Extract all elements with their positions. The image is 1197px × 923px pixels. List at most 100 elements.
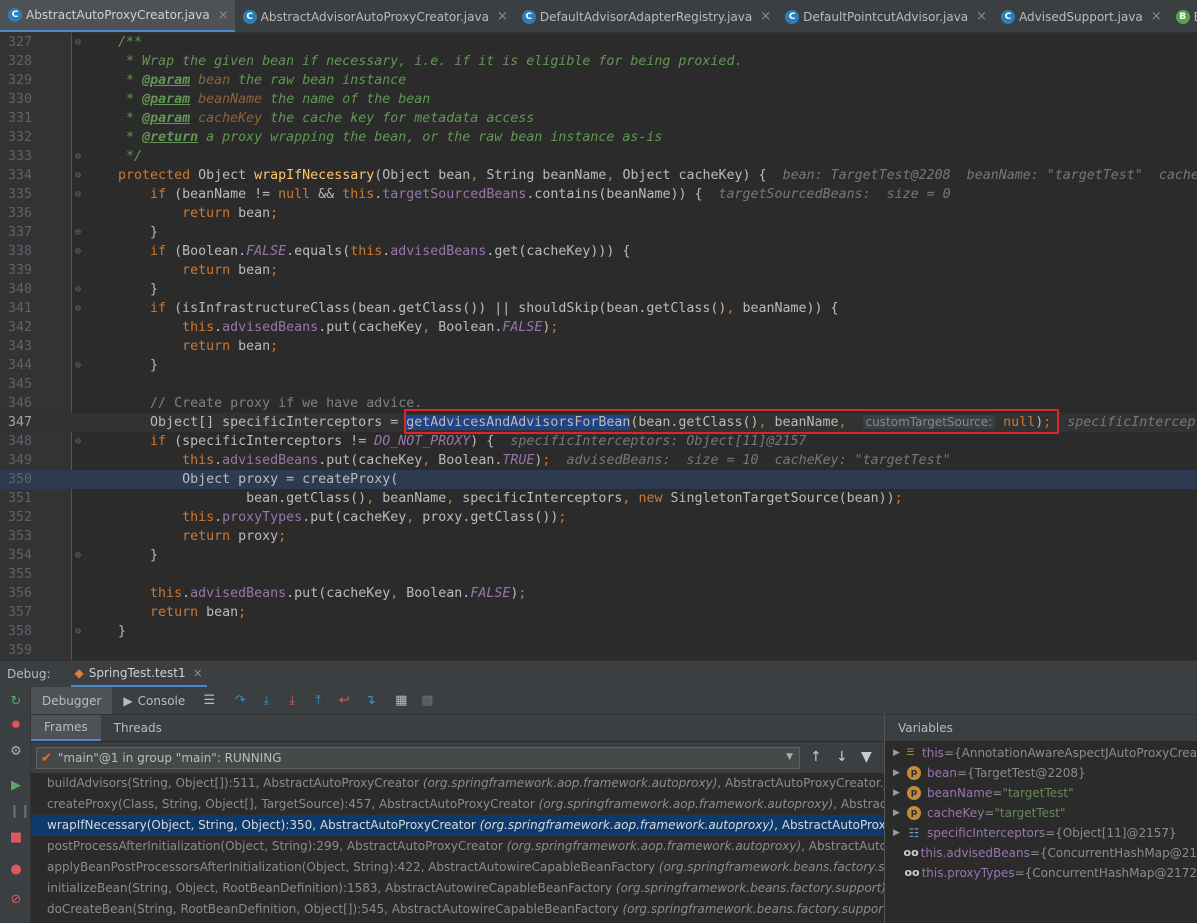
run-to-cursor-icon[interactable]: ↴: [362, 693, 378, 709]
tab-2[interactable]: C DefaultAdvisorAdapterRegistry.java ×: [514, 0, 777, 32]
menu-icon[interactable]: ☰: [201, 693, 217, 709]
close-icon[interactable]: ×: [1151, 9, 1162, 24]
code-line[interactable]: 350 Object proxy = createProxy(: [0, 470, 1197, 489]
code-line[interactable]: 341 ⊖ if (isInfrastructureClass(bean.getC…: [0, 299, 1197, 318]
code-line[interactable]: 331 * @param cacheKey the cache key for …: [0, 109, 1197, 128]
close-icon[interactable]: ×: [193, 666, 203, 680]
variable-row[interactable]: ▶ p beanName = "targetTest": [885, 783, 1197, 803]
fold-icon[interactable]: ⊖: [75, 33, 81, 52]
tab-console[interactable]: ▶ Console: [112, 687, 196, 714]
tab-0[interactable]: C AbstractAutoProxyCreator.java ×: [0, 0, 235, 32]
fold-icon[interactable]: ⊖: [75, 223, 81, 242]
mute-breakpoints-icon[interactable]: ⊘: [9, 893, 23, 907]
code-line[interactable]: 348 ⊖ if (specificInterceptors != DO_NOT_…: [0, 432, 1197, 451]
tab-3[interactable]: C DefaultPointcutAdvisor.java ×: [777, 0, 993, 32]
frame-row[interactable]: initializeBean(String, Object, RootBeanD…: [31, 878, 884, 899]
settings-icon[interactable]: ⚙: [9, 745, 23, 759]
code-line[interactable]: 334 ⊖ protected Object wrapIfNecessary(Ob…: [0, 166, 1197, 185]
fold-icon[interactable]: ⊖: [75, 299, 81, 318]
close-icon[interactable]: ×: [760, 9, 771, 24]
close-icon[interactable]: ×: [497, 9, 508, 24]
filter-icon[interactable]: ▼: [861, 749, 872, 765]
code-line[interactable]: 342 this.advisedBeans.put(cacheKey, Bool…: [0, 318, 1197, 337]
fold-icon[interactable]: ⊖: [75, 185, 81, 204]
code-line[interactable]: 344 ⊖ }: [0, 356, 1197, 375]
code-line[interactable]: 343 return bean;: [0, 337, 1197, 356]
code-line[interactable]: 358 ⊖ }: [0, 622, 1197, 641]
code-line[interactable]: 359: [0, 641, 1197, 660]
fold-icon[interactable]: ⊖: [75, 546, 81, 565]
breakpoints-icon[interactable]: ●: [9, 863, 23, 877]
code-line[interactable]: 355: [0, 565, 1197, 584]
code-line[interactable]: 332 * @return a proxy wrapping the bean,…: [0, 128, 1197, 147]
variable-row[interactable]: ▶ p cacheKey = "targetTest": [885, 803, 1197, 823]
code-line[interactable]: 354 ⊖ }: [0, 546, 1197, 565]
close-icon[interactable]: ×: [218, 8, 229, 23]
variable-row[interactable]: ▶ ☷ specificInterceptors = {Object[11]@215…: [885, 823, 1197, 843]
tab-threads[interactable]: Threads: [101, 715, 175, 742]
variable-row[interactable]: oo this.advisedBeans = {ConcurrentHashMap…: [885, 843, 1197, 863]
code-line[interactable]: 338 ⊖ if (Boolean.FALSE.equals(this.advis…: [0, 242, 1197, 261]
code-line[interactable]: 336 return bean;: [0, 204, 1197, 223]
code-line[interactable]: 327 ⊖ /**: [0, 33, 1197, 52]
frame-row[interactable]: doCreateBean(String, RootBeanDefinition,…: [31, 899, 884, 920]
close-icon[interactable]: ×: [976, 9, 987, 24]
thread-dropdown[interactable]: ✔ "main"@1 in group "main": RUNNING ▼: [36, 747, 800, 769]
debug-session-tab[interactable]: ◆ SpringTest.test1 ×: [70, 661, 207, 688]
fold-icon[interactable]: ⊖: [75, 432, 81, 451]
expand-icon[interactable]: ▶: [893, 743, 905, 763]
trace-icon[interactable]: ▩: [419, 693, 435, 709]
tab-4[interactable]: C AdvisedSupport.java ×: [993, 0, 1168, 32]
code-line[interactable]: 337 ⊖ }: [0, 223, 1197, 242]
fold-icon[interactable]: ⊖: [75, 622, 81, 641]
expand-icon[interactable]: ▶: [893, 763, 907, 783]
code-line[interactable]: 340 ⊖ }: [0, 280, 1197, 299]
variable-row[interactable]: ▶ p bean = {TargetTest@2208}: [885, 763, 1197, 783]
expand-icon[interactable]: ▶: [893, 823, 907, 843]
frame-row[interactable]: createProxy(Class, String, Object[], Tar…: [31, 794, 884, 815]
code-line[interactable]: 345: [0, 375, 1197, 394]
code-line[interactable]: 335 ⊖ if (beanName != null && this.target…: [0, 185, 1197, 204]
frame-row[interactable]: applyBeanPostProcessorsAfterInitializati…: [31, 857, 884, 878]
variable-row[interactable]: ▶ ☰ this = {AnnotationAwareAspectJAutoProx…: [885, 743, 1197, 763]
evaluate-icon[interactable]: ▦: [393, 693, 409, 709]
expand-icon[interactable]: ▶: [893, 783, 907, 803]
pause-icon[interactable]: ❙❙: [9, 805, 31, 819]
tab-1[interactable]: C AbstractAdvisorAutoProxyCreator.java ×: [235, 0, 514, 32]
code-line[interactable]: 353 return proxy;: [0, 527, 1197, 546]
code-line[interactable]: 329 * @param bean the raw bean instance: [0, 71, 1197, 90]
code-line[interactable]: 351 bean.getClass(), beanName, specificI…: [0, 489, 1197, 508]
bug-icon[interactable]: ✹: [9, 719, 23, 733]
frame-row[interactable]: postProcessAfterInitialization(Object, S…: [31, 836, 884, 857]
code-line[interactable]: 339 return bean;: [0, 261, 1197, 280]
code-line[interactable]: 356 this.advisedBeans.put(cacheKey, Bool…: [0, 584, 1197, 603]
code-line[interactable]: 330 * @param beanName the name of the be…: [0, 90, 1197, 109]
tab-debugger[interactable]: Debugger: [31, 687, 113, 714]
tab-5[interactable]: BBeanPo: [1168, 0, 1197, 32]
stop-icon[interactable]: ■: [9, 831, 23, 845]
code-line[interactable]: 349 this.advisedBeans.put(cacheKey, Bool…: [0, 451, 1197, 470]
arrow-down-icon[interactable]: ↓: [836, 749, 848, 765]
code-line[interactable]: 357 return bean;: [0, 603, 1197, 622]
code-line[interactable]: 328 * Wrap the given bean if necessary, …: [0, 52, 1197, 71]
variable-row[interactable]: oo this.proxyTypes = {ConcurrentHashMap@2…: [885, 863, 1197, 883]
arrow-up-icon[interactable]: ↑: [810, 749, 822, 765]
resume-icon[interactable]: ▶: [9, 779, 23, 793]
code-line[interactable]: 352 this.proxyTypes.put(cacheKey, proxy.…: [0, 508, 1197, 527]
fold-icon[interactable]: ⊖: [75, 242, 81, 261]
fold-icon[interactable]: ⊖: [75, 166, 81, 185]
fold-icon[interactable]: ⊖: [75, 280, 81, 299]
step-over-icon[interactable]: ⤓: [258, 693, 274, 709]
fold-icon[interactable]: ⊖: [75, 147, 81, 166]
frame-row[interactable]: buildAdvisors(String, Object[]):511, Abs…: [31, 773, 884, 794]
rerun-icon[interactable]: ↻: [9, 695, 23, 709]
tab-frames[interactable]: Frames: [31, 714, 101, 742]
step-out-icon[interactable]: ↩: [336, 693, 352, 709]
expand-icon[interactable]: ▶: [893, 803, 907, 823]
frame-row[interactable]: wrapIfNecessary(Object, String, Object):…: [31, 815, 884, 836]
code-line[interactable]: 333 ⊖ */: [0, 147, 1197, 166]
step-into-icon[interactable]: ⤓: [284, 693, 300, 709]
fold-icon[interactable]: ⊖: [75, 356, 81, 375]
show-execution-point-icon[interactable]: ↷: [232, 693, 248, 709]
force-step-into-icon[interactable]: ⤒: [310, 693, 326, 709]
